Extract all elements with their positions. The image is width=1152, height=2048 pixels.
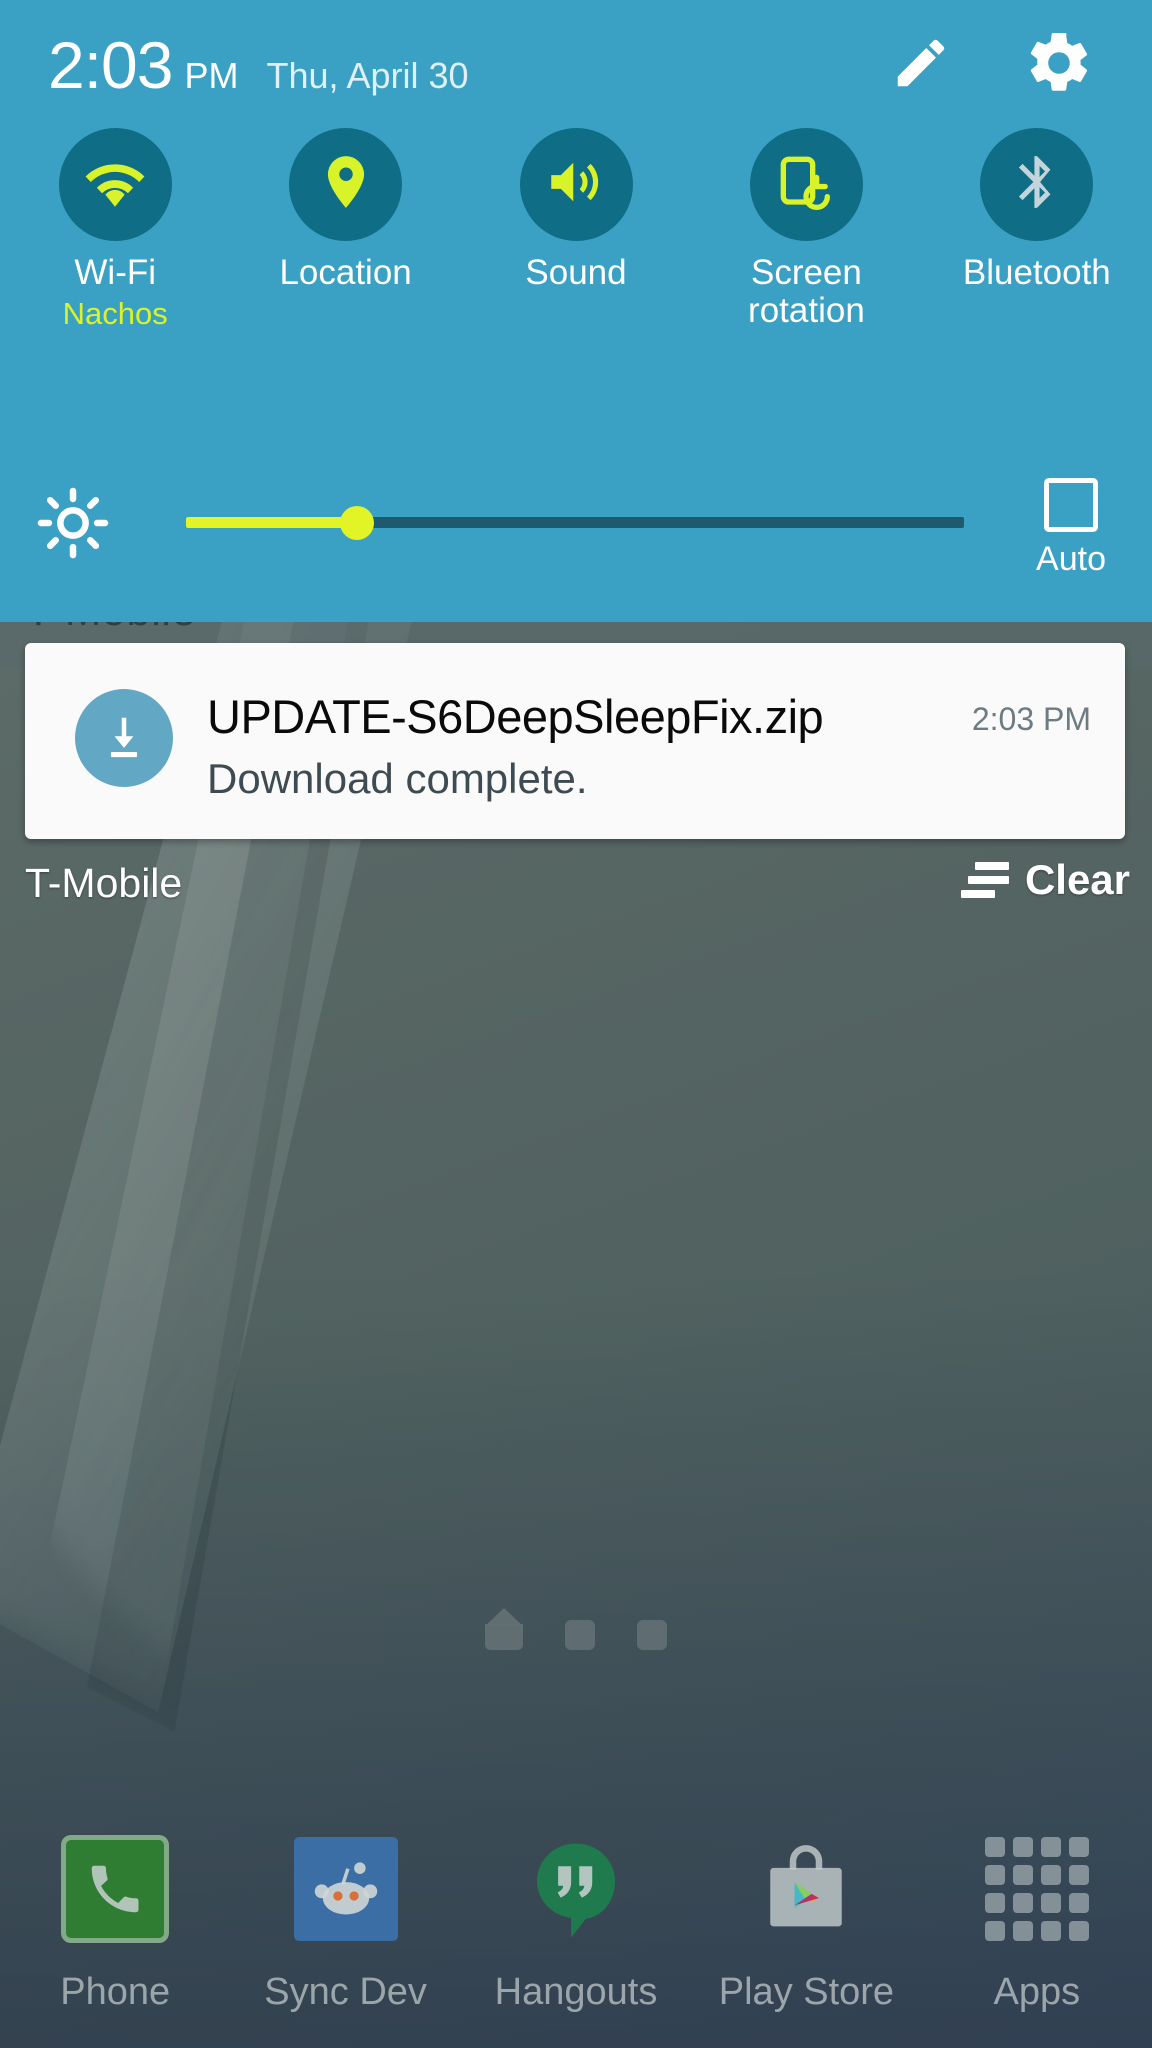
slider-thumb[interactable] [340, 506, 375, 540]
page-indicator-dot-3[interactable] [637, 1620, 667, 1650]
quick-toggles-row: Wi-Fi Nachos Location Sound Screen rotat… [0, 128, 1152, 332]
quick-toggle-sublabel-wifi: Nachos [62, 295, 168, 331]
quick-toggle-location[interactable]: Location [230, 128, 460, 332]
dock-item-apps[interactable]: Apps [922, 1833, 1152, 2014]
quick-toggle-label-bluetooth: Bluetooth [962, 253, 1111, 292]
dock-item-phone[interactable]: Phone [0, 1833, 230, 2014]
clear-all-button[interactable]: Clear [960, 856, 1130, 904]
dock-label-phone: Phone [60, 1971, 171, 2013]
notification-time: 2:03 PM [971, 701, 1091, 737]
auto-brightness-label: Auto [1036, 540, 1106, 578]
dock-item-sync-dev[interactable]: Sync Dev [230, 1833, 460, 2014]
carrier-label: T-Mobile [25, 860, 183, 906]
notification-subtitle: Download complete. [207, 755, 588, 802]
play-store-bag-icon[interactable] [750, 1833, 862, 1945]
brightness-sun-icon [36, 486, 110, 560]
download-complete-icon [75, 689, 173, 787]
screen-rotation-toggle-circle[interactable] [749, 128, 863, 241]
quick-settings-panel: 2:03 PM Thu, April 30 Wi-Fi Nachos Locat… [0, 0, 1152, 622]
gear-icon [1023, 27, 1095, 104]
hangouts-quote-bubble-icon[interactable] [520, 1833, 632, 1945]
dock-item-hangouts[interactable]: Hangouts [461, 1833, 691, 2014]
speaker-volume-icon [543, 149, 609, 220]
android-notification-shade-screen: Phone Sync Dev Hangouts Play Store Apps … [0, 0, 1152, 2048]
quick-toggle-label-sound: Sound [525, 253, 627, 292]
obscured-carrier-label: T-Mobile [25, 620, 196, 636]
screen-rotation-icon [774, 150, 838, 219]
auto-brightness-checkbox[interactable] [1044, 478, 1099, 532]
dock-label-play-store: Play Store [718, 1971, 895, 2013]
pencil-icon [890, 32, 952, 99]
shade-header: 2:03 PM Thu, April 30 [0, 0, 1152, 122]
quick-toggle-bluetooth[interactable]: Bluetooth [922, 128, 1152, 332]
dock-label-hangouts: Hangouts [494, 1971, 658, 2013]
wifi-icon [82, 149, 148, 220]
clear-all-label: Clear [1024, 856, 1130, 903]
quick-toggle-wifi[interactable]: Wi-Fi Nachos [0, 128, 230, 332]
reddit-alien-icon[interactable] [290, 1833, 402, 1945]
page-indicator-group [0, 1608, 1152, 1650]
quick-toggle-label-wifi: Wi-Fi [74, 253, 157, 292]
clear-all-icon [960, 862, 1009, 898]
brightness-row: Auto [0, 478, 1152, 608]
quick-toggle-screen-rotation[interactable]: Screen rotation [691, 128, 921, 332]
dock-item-play-store[interactable]: Play Store [691, 1833, 921, 2014]
slider-fill [186, 517, 358, 528]
dock-label-sync-dev: Sync Dev [264, 1971, 427, 2013]
clock-date: Thu, April 30 [266, 55, 469, 96]
quick-toggle-sound[interactable]: Sound [461, 128, 691, 332]
page-indicator-home[interactable] [485, 1608, 523, 1650]
location-pin-icon [315, 151, 377, 218]
edit-quick-settings-button[interactable] [886, 30, 956, 100]
clock-time: 2:03 [48, 28, 173, 102]
dock-label-apps: Apps [993, 1971, 1081, 2013]
settings-button[interactable] [1020, 26, 1098, 104]
clock-group[interactable]: 2:03 PM Thu, April 30 [48, 32, 469, 98]
bluetooth-icon [1006, 151, 1068, 218]
quick-toggle-label-screen-rotation: Screen rotation [748, 253, 865, 330]
brightness-slider[interactable] [186, 506, 964, 540]
notification-card-download[interactable]: UPDATE-S6DeepSleepFix.zip 2:03 PM Downlo… [25, 643, 1125, 839]
quick-toggle-label-location: Location [279, 253, 412, 292]
auto-brightness-group[interactable]: Auto [1036, 478, 1106, 579]
location-toggle-circle[interactable] [289, 128, 403, 241]
notification-title: UPDATE-S6DeepSleepFix.zip [207, 690, 824, 743]
phone-handset-icon[interactable] [59, 1833, 171, 1945]
home-screen-dock: Phone Sync Dev Hangouts Play Store Apps [0, 1833, 1152, 2014]
bluetooth-toggle-circle[interactable] [980, 128, 1094, 241]
wifi-toggle-circle[interactable] [58, 128, 172, 241]
apps-grid-icon[interactable] [981, 1833, 1093, 1945]
clock-ampm: PM [184, 55, 239, 96]
sound-toggle-circle[interactable] [519, 128, 633, 241]
page-indicator-dot-2[interactable] [565, 1620, 595, 1650]
